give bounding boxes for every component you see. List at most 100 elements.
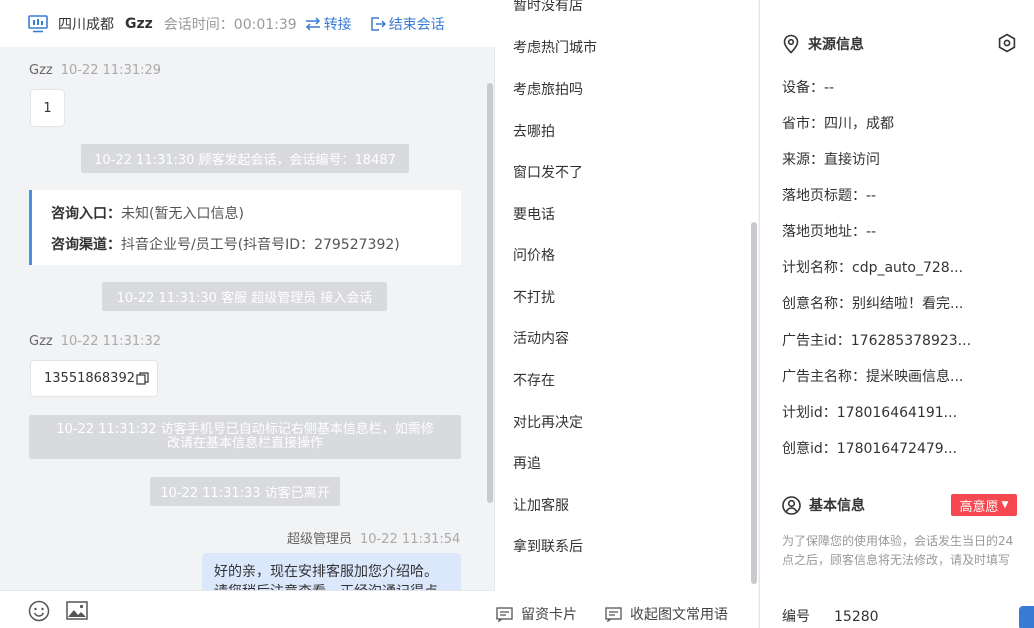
info-plan-name: 计划名称：cdp_auto_728... [782,260,964,276]
message-list[interactable]: Gzz 10-22 11:31:29 1 10-22 11:31:30 顾客发起会… [0,47,495,590]
system-message-line: 10-22 11:31:32 访客手机号已自动标记右侧基本信息栏，如需修 [56,422,434,437]
emoji-icon[interactable] [28,600,50,622]
entry-value: 未知(暂无入口信息) [121,206,244,222]
entry-row: 咨询入口：未知(暂无入口信息) [51,203,244,223]
message-line: 请您稍后注意查看，正经沟通记得点 [214,582,449,590]
chat-header: 四川成都 Gzz 会话时间：00:01:39 转接 结束会话 [0,0,495,47]
system-message-text: 10-22 11:31:30 顾客发起会话，会话编号：18487 [94,153,396,168]
lead-card-button[interactable]: 留资卡片 [496,604,577,624]
quick-phrase-item[interactable]: 让加客服 [513,495,569,515]
source-info-title: 来源信息 [782,34,864,54]
entry-info-card: 咨询入口：未知(暂无入口信息) 咨询渠道：抖音企业号/员工号(抖音号ID：279… [29,190,461,265]
system-message: 10-22 11:31:32 访客手机号已自动标记右侧基本信息栏，如需修 改请在… [29,415,461,459]
channel-label: 咨询渠道： [51,237,121,253]
quick-phrase-item[interactable]: 窗口发不了 [513,162,583,182]
caret-down-icon: ▼ [1001,500,1009,510]
outgoing-message-bubble: 好的亲，现在安排客服加您介绍哈。 请您稍后注意查看，正经沟通记得点 [202,553,461,590]
message-meta: Gzz 10-22 11:31:29 [29,63,161,78]
lead-card-label: 留资卡片 [521,607,577,623]
collapse-phrases-label: 收起图文常用语 [630,607,728,623]
message-time: 10-22 11:31:29 [60,63,162,78]
transfer-button[interactable]: 转接 [305,14,352,34]
info-id-row: 编号 15280 [782,606,879,626]
quick-phrase-item[interactable]: 去哪拍 [513,121,555,141]
info-id-label: 编号 [782,609,810,625]
floating-action-tab[interactable] [1019,606,1034,628]
message-sender: 超级管理员 [287,532,353,547]
quick-phrase-item[interactable]: 再追 [513,453,541,473]
info-advertiser-name: 广告主名称：提米映画信息... [782,369,964,385]
quick-phrase-item[interactable]: 暂时没有店 [513,0,583,15]
basic-info-title: 基本信息 [782,495,865,515]
quick-phrase-item[interactable]: 不打扰 [513,287,555,307]
quick-phrase-item[interactable]: 问价格 [513,245,555,265]
chat-input-toolbar [0,590,495,628]
message-bubble: 13551868392 [30,360,158,397]
system-message-text: 10-22 11:31:30 客服 超级管理员 接入会话 [116,291,373,306]
end-session-button[interactable]: 结束会话 [370,14,445,34]
transfer-label: 转接 [323,16,352,33]
info-landing-title: 落地页标题：-- [782,188,877,204]
info-creative-id: 创意id：178016472479... [782,441,958,457]
monitor-icon [28,14,48,32]
copy-icon[interactable] [136,372,149,385]
message-text: 1 [43,100,52,116]
system-message-line: 改请在基本信息栏直接操作 [166,436,323,451]
message-meta: Gzz 10-22 11:31:32 [29,334,161,349]
system-message-text: 10-22 11:31:33 访客已离开 [160,486,330,501]
exit-icon [370,16,386,31]
info-plan-id: 计划id：178016464191... [782,405,958,421]
quick-phrase-item[interactable]: 考虑旅拍吗 [513,79,583,99]
phrase-scrollbar[interactable] [751,222,757,584]
card-icon [605,606,622,622]
quick-phrase-item[interactable]: 活动内容 [513,328,569,348]
quick-phrase-panel: 暂时没有店 考虑热门城市 考虑旅拍吗 去哪拍 窗口发不了 要电话 问价格 不打扰… [495,0,758,628]
transfer-icon [305,16,320,31]
quick-phrase-item[interactable]: 要电话 [513,204,555,224]
system-message: 10-22 11:31:30 顾客发起会话，会话编号：18487 [81,144,409,173]
visitor-location: 四川成都 [58,16,114,33]
location-pin-icon [783,34,799,54]
basic-info-label: 基本信息 [809,498,865,514]
collapse-phrases-button[interactable]: 收起图文常用语 [605,604,728,624]
intent-level-label: 高意愿 [959,499,999,515]
end-session-label: 结束会话 [388,16,445,33]
info-province-city: 省市：四川，成都 [782,116,894,132]
message-time: 10-22 11:31:54 [360,532,461,547]
system-message: 10-22 11:31:33 访客已离开 [150,477,340,506]
message-sender: Gzz [29,334,53,349]
intent-level-dropdown[interactable]: 高意愿 ▼ [951,494,1017,516]
edit-deadline-note: 为了保障您的使用体验，会话发生当日的24点之后，顾客信息将无法修改，请及时填写 [782,534,1014,567]
card-icon [496,606,513,622]
info-id-value: 15280 [834,609,879,625]
quick-phrase-item[interactable]: 对比再决定 [513,412,583,432]
message-time: 10-22 11:31:32 [60,334,162,349]
visitor-info-panel: 来源信息 设备：-- 省市：四川，成都 来源：直接访问 落地页标题：-- 落地页… [759,0,1034,628]
info-source: 来源：直接访问 [782,152,880,168]
quick-phrase-item[interactable]: 拿到联系后 [513,536,583,556]
info-landing-url: 落地页地址：-- [782,224,877,240]
user-circle-icon [782,495,801,515]
chat-scrollbar[interactable] [487,83,493,503]
channel-value: 抖音企业号/员工号(抖音号ID：279527392) [121,237,400,253]
system-message: 10-22 11:31:30 客服 超级管理员 接入会话 [102,282,387,311]
entry-label: 咨询入口： [51,206,121,222]
phrase-footer: 留资卡片 收起图文常用语 [495,596,758,628]
info-creative-name: 创意名称：别纠结啦！看完... [782,296,964,312]
image-icon[interactable] [66,601,88,620]
settings-icon[interactable] [997,33,1017,53]
quick-phrase-item[interactable]: 不存在 [513,370,555,390]
session-time: 会话时间：00:01:39 [163,16,297,33]
info-device: 设备：-- [782,80,835,96]
visitor-nickname: Gzz [125,15,153,32]
message-line: 好的亲，现在安排客服加您介绍哈。 [214,564,438,580]
message-meta: 超级管理员 10-22 11:31:54 [287,528,460,547]
chat-panel: 四川成都 Gzz 会话时间：00:01:39 转接 结束会话 Gzz 10-22 … [0,0,495,628]
quick-phrase-item[interactable]: 考虑热门城市 [513,37,597,57]
info-advertiser-id: 广告主id：176285378923... [782,333,972,349]
message-sender: Gzz [29,63,53,78]
message-bubble: 1 [30,89,65,127]
message-text: 13551868392 [44,371,135,386]
source-info-label: 来源信息 [808,37,864,53]
channel-row: 咨询渠道：抖音企业号/员工号(抖音号ID：279527392) [51,234,400,254]
